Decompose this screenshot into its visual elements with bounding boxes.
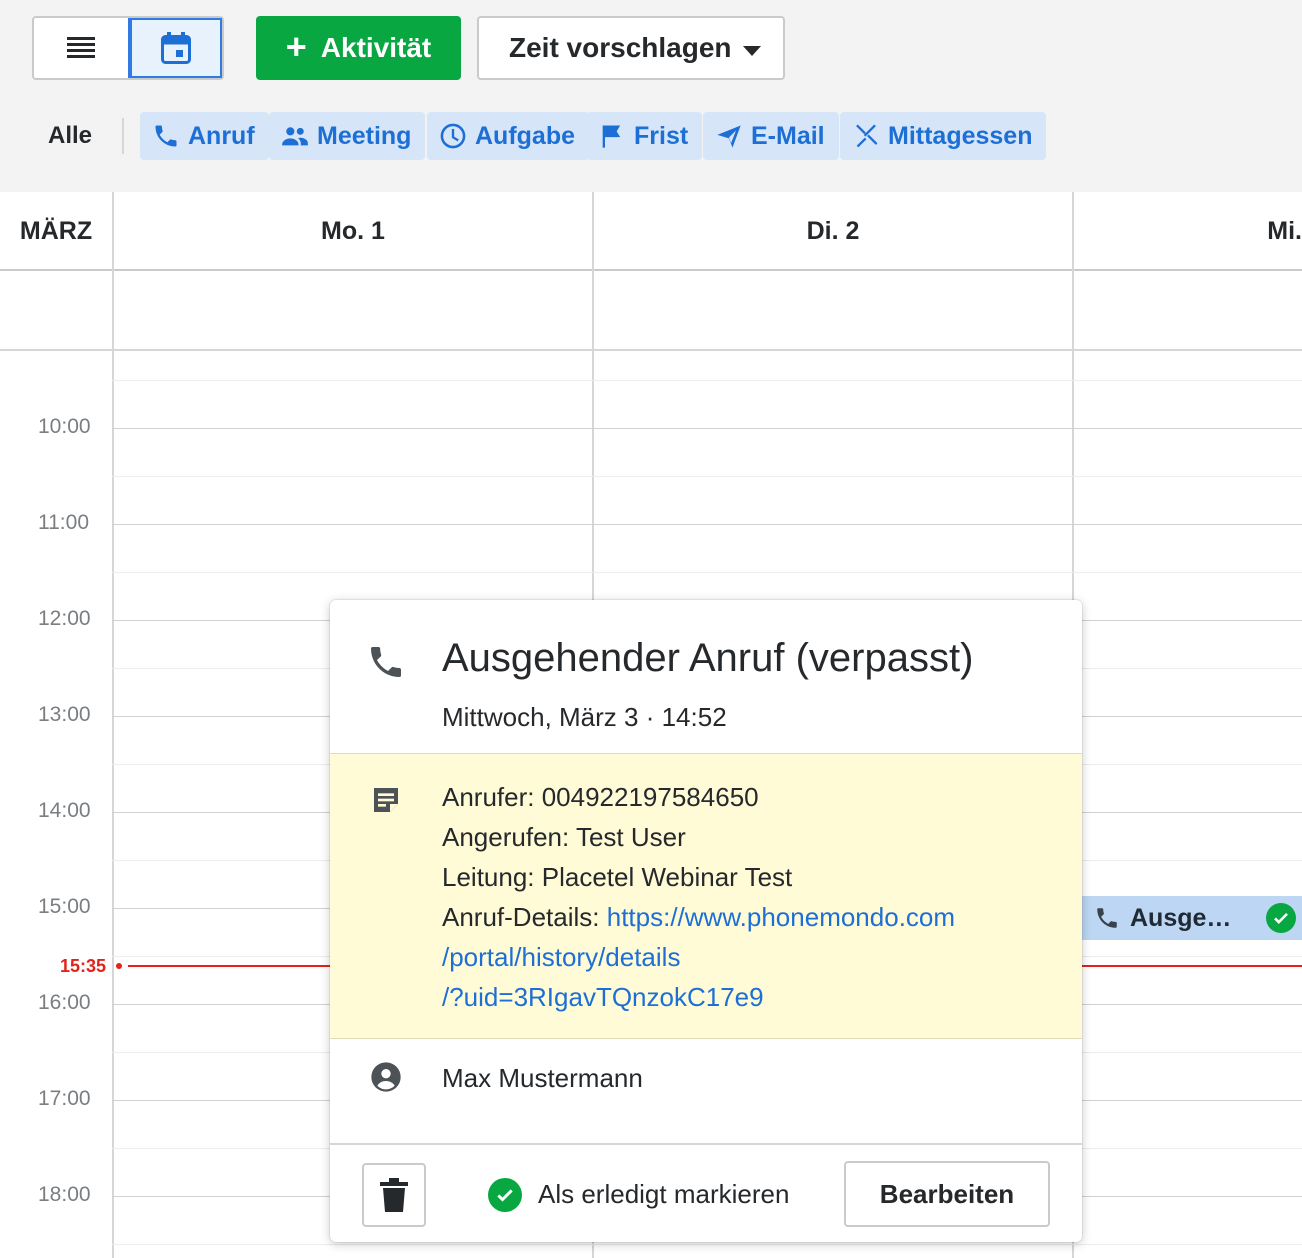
cutlery-icon (856, 124, 878, 148)
person-name[interactable]: Max Mustermann (442, 1063, 643, 1094)
note-caller: Anrufer: 004922197584650 (442, 782, 759, 812)
edit-button[interactable]: Bearbeiten (844, 1161, 1050, 1227)
activity-title: Ausgehender Anruf (verpasst) (442, 636, 974, 680)
filter-chip-label: Frist (634, 121, 689, 150)
note-icon (374, 788, 398, 812)
note-called: Angerufen: Test User (442, 822, 686, 852)
day-header-mon[interactable]: Mo. 1 (114, 192, 592, 270)
hour-line (112, 524, 1302, 525)
day-header-wed[interactable]: Mi. (1074, 192, 1302, 270)
person-icon (371, 1062, 401, 1092)
calendar-event-call[interactable]: Ausge… (1082, 896, 1302, 940)
activity-person: Max Mustermann (330, 1039, 1082, 1145)
call-details-link-cont[interactable]: /portal/history/details (442, 942, 680, 973)
half-hour-line (112, 380, 1302, 381)
current-time-dot (116, 963, 122, 969)
hour-label: 18:00 (38, 1183, 91, 1206)
column-divider (112, 192, 114, 1258)
list-icon (66, 37, 95, 58)
flag-icon (602, 125, 621, 148)
activity-note: Anrufer: 004922197584650 Angerufen: Test… (330, 753, 1082, 1039)
list-view-button[interactable] (34, 18, 128, 78)
filter-chip-lunch[interactable]: Mittagessen (840, 112, 1047, 160)
filter-chip-deadline[interactable]: Frist (586, 112, 703, 160)
filter-chip-label: Mittagessen (888, 121, 1033, 150)
filter-chip-meeting[interactable]: Meeting (269, 112, 426, 160)
view-toggle (32, 16, 224, 80)
filter-divider (122, 118, 124, 154)
delete-button[interactable] (362, 1163, 426, 1227)
call-details-link-cont[interactable]: /?uid=3RIgavTQnzokC17e9 (442, 982, 764, 1013)
hour-label: 13:00 (38, 703, 91, 726)
filter-chip-task[interactable]: Aufgabe (427, 112, 589, 160)
hour-label: 14:00 (38, 799, 91, 822)
current-time-label: 15:35 (60, 956, 107, 976)
plus-icon: + (285, 25, 307, 67)
filter-all[interactable]: Alle (48, 122, 92, 150)
all-day-row[interactable] (0, 271, 1302, 351)
send-icon (717, 125, 741, 148)
add-activity-label: Aktivität (320, 32, 432, 63)
half-hour-line (112, 572, 1302, 573)
clock-icon (440, 123, 466, 149)
calendar-icon (160, 32, 191, 64)
hour-label: 16:00 (38, 991, 91, 1014)
popover-footer: Als erledigt markieren Bearbeiten (330, 1145, 1082, 1242)
trash-icon (380, 1178, 408, 1212)
mark-done-button[interactable]: Als erledigt markieren (538, 1179, 789, 1210)
note-line-name: Leitung: Placetel Webinar Test (442, 862, 793, 892)
activity-datetime: Mittwoch, März 3 · 14:52 (442, 702, 727, 732)
calendar-view-button[interactable] (127, 18, 222, 78)
calendar-header: MÄRZ Mo. 1 Di. 2 Mi. (0, 192, 1302, 271)
caret-down-icon (743, 46, 761, 56)
hour-line (112, 428, 1302, 429)
filter-chip-label: Aufgabe (475, 121, 575, 150)
hour-label: 11:00 (38, 511, 89, 534)
phone-icon (371, 647, 401, 677)
filter-chip-call[interactable]: Anruf (140, 112, 269, 160)
filter-chip-label: E-Mail (751, 121, 825, 150)
add-activity-button[interactable]: + Aktivität (256, 16, 461, 80)
hour-label: 10:00 (38, 415, 91, 438)
activity-filter-bar: Alle Anruf Meeting Aufgabe Frist E-Mail … (0, 112, 1302, 160)
half-hour-line (112, 1244, 1302, 1245)
hour-label: 17:00 (38, 1087, 91, 1110)
done-check-icon (1266, 903, 1296, 933)
mark-done-check-icon[interactable] (488, 1178, 522, 1212)
event-label: Ausge… (1130, 903, 1232, 932)
popover-header: Ausgehender Anruf (verpasst) Mittwoch, M… (330, 600, 1082, 753)
suggest-time-label: Zeit vorschlagen (509, 32, 732, 63)
filter-chip-email[interactable]: E-Mail (703, 112, 839, 160)
phone-icon (155, 125, 177, 147)
note-details-prefix: Anruf-Details: (442, 902, 607, 932)
filter-chip-label: Anruf (188, 121, 255, 150)
day-header-tue[interactable]: Di. 2 (594, 192, 1072, 270)
phone-icon (1097, 908, 1117, 928)
filter-chip-label: Meeting (317, 121, 412, 150)
call-details-link[interactable]: https://www.phonemondo.com (607, 902, 955, 932)
suggest-time-dropdown[interactable]: Zeit vorschlagen (477, 16, 785, 80)
note-details: Anruf-Details: https://www.phonemondo.co… (442, 902, 955, 933)
toolbar: + Aktivität Zeit vorschlagen Alle Anruf … (0, 0, 1302, 192)
people-icon (282, 127, 308, 146)
activity-popover: Ausgehender Anruf (verpasst) Mittwoch, M… (330, 600, 1082, 1242)
hour-label: 12:00 (38, 607, 91, 630)
hour-label: 15:00 (38, 895, 91, 918)
month-label: MÄRZ (19, 216, 93, 245)
half-hour-line (112, 476, 1302, 477)
